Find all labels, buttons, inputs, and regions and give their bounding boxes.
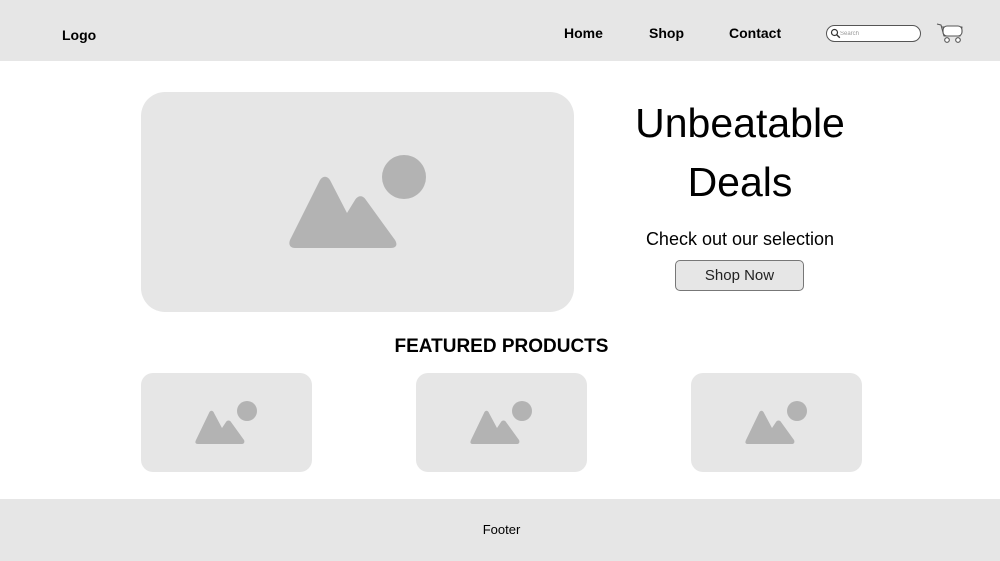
image-placeholder-icon bbox=[745, 401, 807, 444]
image-placeholder-icon bbox=[289, 155, 426, 248]
hero-title-line-1: Unbeatable bbox=[635, 100, 845, 146]
hero-title: Unbeatable Deals bbox=[600, 94, 880, 212]
search-input[interactable] bbox=[840, 27, 916, 40]
nav-contact-link[interactable]: Contact bbox=[729, 25, 781, 41]
footer: Footer bbox=[0, 499, 1000, 561]
nav-shop-link[interactable]: Shop bbox=[649, 25, 684, 41]
search-box[interactable] bbox=[826, 25, 921, 42]
shop-now-button[interactable]: Shop Now bbox=[675, 260, 804, 291]
featured-products-heading: FEATURED PRODUCTS bbox=[394, 336, 609, 357]
product-card[interactable] bbox=[691, 373, 862, 472]
hero-title-line-2: Deals bbox=[687, 159, 793, 205]
hero-image bbox=[141, 92, 574, 312]
image-placeholder-icon bbox=[470, 401, 532, 444]
logo[interactable]: Logo bbox=[62, 27, 96, 43]
shopping-cart-icon[interactable] bbox=[936, 22, 964, 44]
nav-home-link[interactable]: Home bbox=[564, 25, 603, 41]
product-card[interactable] bbox=[141, 373, 312, 472]
hero-subtitle: Check out our selection bbox=[645, 229, 835, 249]
footer-text: Footer bbox=[482, 522, 521, 537]
product-card[interactable] bbox=[416, 373, 587, 472]
header: Logo Home Shop Contact bbox=[0, 0, 1000, 61]
image-placeholder-icon bbox=[195, 401, 257, 444]
